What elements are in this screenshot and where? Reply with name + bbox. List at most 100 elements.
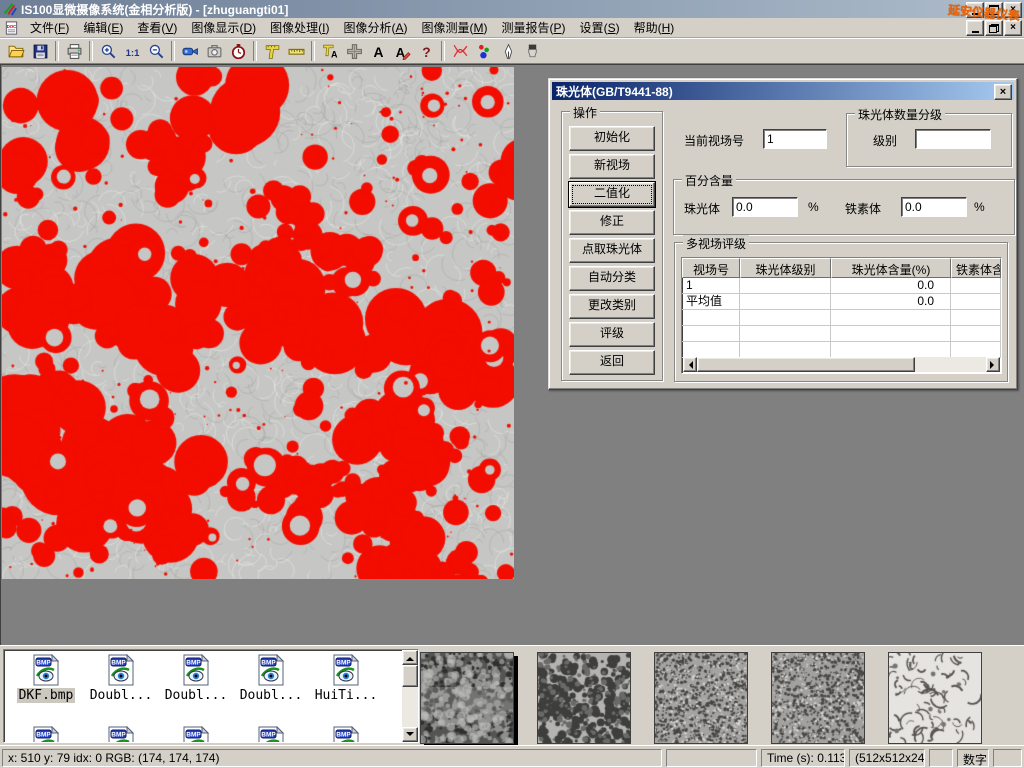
dialog-close-button[interactable]: × (994, 84, 1012, 100)
actual-size-button[interactable]: 1:1 (120, 40, 144, 62)
new-field-button[interactable]: 新视场 (569, 154, 655, 179)
file-item[interactable]: Doubl... (235, 654, 307, 703)
child-close-button[interactable]: × (1004, 20, 1022, 36)
zoom-out-button[interactable] (144, 40, 168, 62)
toolbar-separator (441, 41, 445, 61)
pearlite-percent-input[interactable] (732, 197, 798, 217)
file-item[interactable] (235, 726, 307, 743)
svg-text:A: A (373, 43, 383, 59)
menu-item-image-measure[interactable]: 图像测量(M) (415, 17, 495, 38)
thumbnail-3[interactable] (654, 652, 748, 744)
measure-scale-button[interactable]: A (318, 40, 342, 62)
svg-text:1:1: 1:1 (125, 47, 139, 58)
close-button[interactable]: × (1004, 2, 1022, 18)
initialize-button[interactable]: 初始化 (569, 126, 655, 151)
file-list-scrollbar[interactable] (402, 650, 418, 742)
menu-item-image-display[interactable]: 图像显示(D) (184, 17, 263, 38)
open-file-button[interactable] (4, 40, 28, 62)
thumbnail-4[interactable] (771, 652, 865, 744)
timer-button[interactable] (226, 40, 250, 62)
save-button[interactable] (28, 40, 52, 62)
column-header-field[interactable]: 视场号 (682, 258, 740, 278)
binarize-button[interactable]: 二值化 (569, 182, 655, 207)
menu-item-edit[interactable]: 编辑(E) (76, 17, 130, 38)
scroll-left-button[interactable] (683, 357, 697, 372)
multifield-group-label: 多视场评级 (683, 235, 749, 252)
phase-classify-button[interactable] (472, 40, 496, 62)
text-edit-button[interactable]: A (390, 40, 414, 62)
capture-frame-button[interactable] (202, 40, 226, 62)
maximize-button[interactable] (985, 2, 1003, 18)
zoom-in-button[interactable] (96, 40, 120, 62)
multifield-group: 多视场评级 视场号 珠光体级别 珠光体含量(%) 铁素体含量(%) 1 0.0 (674, 242, 1008, 382)
file-item[interactable]: Doubl... (85, 654, 157, 703)
scroll-down-button[interactable] (402, 727, 418, 742)
text-edit-icon: A (394, 43, 411, 60)
file-item[interactable]: Doubl... (160, 654, 232, 703)
capture-frame-icon (206, 43, 223, 60)
menu-item-settings[interactable]: 设置(S) (573, 17, 627, 38)
column-header-pearlite[interactable]: 珠光体含量(%) (831, 258, 951, 278)
file-item[interactable] (160, 726, 232, 743)
bmp-file-icon (105, 726, 137, 743)
video-camera-icon (182, 43, 199, 60)
thumbnail-5[interactable] (888, 652, 982, 744)
toolbar-separator (253, 41, 257, 61)
point-pick-button[interactable] (496, 40, 520, 62)
current-field-input[interactable] (763, 129, 827, 149)
menu-item-file[interactable]: 文件(F) (23, 17, 76, 38)
print-button[interactable] (62, 40, 86, 62)
auto-classify-button[interactable]: 自动分类 (569, 266, 655, 291)
ruler-button[interactable] (284, 40, 308, 62)
thumbnail-2[interactable] (537, 652, 631, 744)
maximize-icon (989, 5, 999, 15)
menu-item-view[interactable]: 查看(V) (130, 17, 184, 38)
file-item[interactable] (10, 726, 82, 743)
level-input[interactable] (915, 129, 991, 149)
scroll-thumb[interactable] (697, 357, 915, 372)
menu-item-image-process[interactable]: 图像处理(I) (263, 17, 336, 38)
scroll-up-button[interactable] (402, 650, 418, 665)
document-icon[interactable]: DOC (4, 20, 19, 36)
curve-tool-icon (452, 43, 469, 60)
menu-item-image-analysis[interactable]: 图像分析(A) (336, 17, 414, 38)
help-button[interactable]: ? (414, 40, 438, 62)
rating-table[interactable]: 视场号 珠光体级别 珠光体含量(%) 铁素体含量(%) 1 0.0 平均值 (681, 257, 1002, 374)
video-camera-button[interactable] (178, 40, 202, 62)
caliper-button[interactable] (260, 40, 284, 62)
minimize-button[interactable] (966, 2, 984, 18)
change-class-button[interactable]: 更改类别 (569, 294, 655, 319)
file-item[interactable]: HuiTi... (310, 654, 382, 703)
file-listbox[interactable]: DKF.bmp Doubl... Doubl... Doubl... HuiTi… (3, 649, 419, 743)
file-item[interactable] (85, 726, 157, 743)
scroll-right-button[interactable] (986, 357, 1000, 372)
table-horizontal-scrollbar[interactable] (683, 357, 1000, 372)
pick-pearlite-button[interactable]: 点取珠光体 (569, 238, 655, 263)
menu-item-measure-report[interactable]: 测量报告(P) (495, 17, 573, 38)
curve-tool-button[interactable] (448, 40, 472, 62)
return-button[interactable]: 返回 (569, 350, 655, 375)
column-header-grade[interactable]: 珠光体级别 (740, 258, 831, 278)
correct-button[interactable]: 修正 (569, 210, 655, 235)
dialog-title-bar[interactable]: 珠光体(GB/T9441-88) × (552, 82, 1014, 100)
file-item[interactable] (310, 726, 382, 743)
mode-panel: 数字 (957, 749, 989, 767)
save-icon (32, 43, 49, 60)
thumbnail-1[interactable] (420, 652, 514, 744)
column-header-ferrite[interactable]: 铁素体含量(%) (951, 258, 1001, 278)
ferrite-percent-input[interactable] (901, 197, 967, 217)
file-item[interactable]: DKF.bmp (10, 654, 82, 703)
title-bar[interactable]: IS100显微摄像系统(金相分析版) - [zhuguangti01] × (0, 0, 1024, 18)
paint-brush-button[interactable] (520, 40, 544, 62)
scroll-thumb[interactable] (402, 665, 418, 687)
rate-button[interactable]: 评级 (569, 322, 655, 347)
child-restore-button[interactable] (985, 20, 1003, 36)
text-annotate-button[interactable]: A (366, 40, 390, 62)
table-row[interactable]: 1 0.0 (682, 278, 1001, 294)
align-cross-button[interactable] (342, 40, 366, 62)
child-minimize-button[interactable] (966, 20, 984, 36)
micrograph-image[interactable] (2, 67, 514, 579)
table-row[interactable]: 平均值 0.0 (682, 294, 1001, 310)
menu-item-help[interactable]: 帮助(H) (627, 17, 682, 38)
actual-size-icon: 1:1 (124, 43, 141, 60)
